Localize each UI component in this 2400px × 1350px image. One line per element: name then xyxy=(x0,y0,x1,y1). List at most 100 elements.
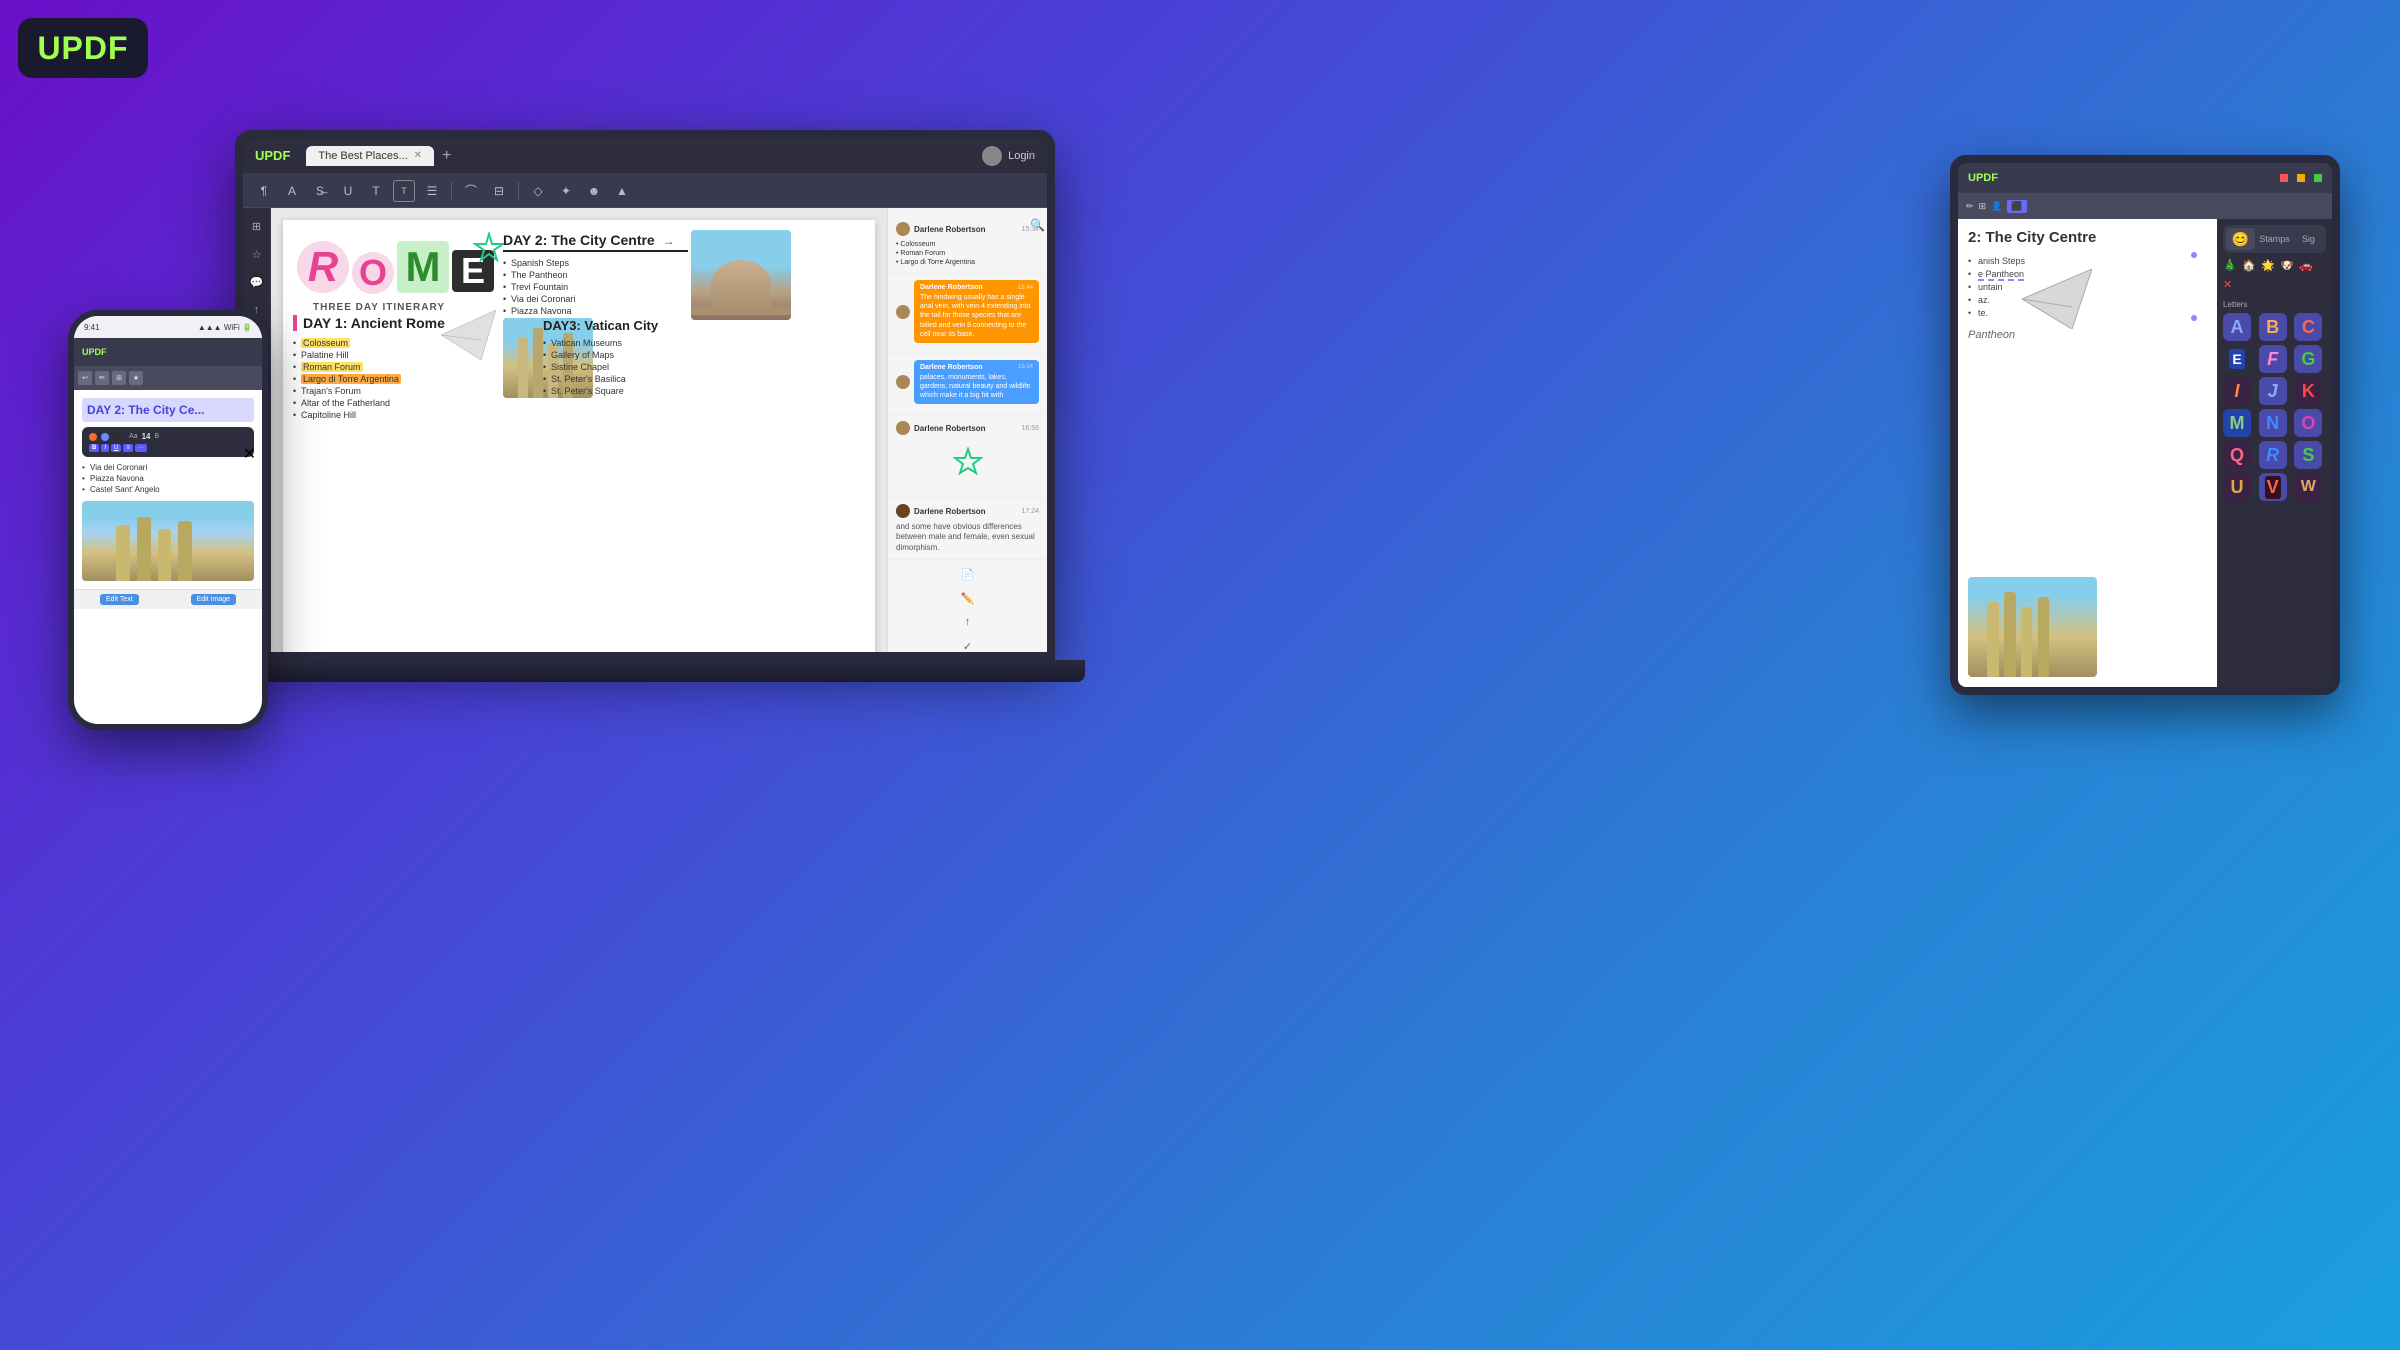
letter-sticker-U[interactable]: U xyxy=(2223,473,2251,501)
phone-edit-text-button[interactable]: Edit Text xyxy=(100,594,139,605)
letter-sticker-J[interactable]: J xyxy=(2259,377,2287,405)
sticker-mini-1[interactable]: 🎄 xyxy=(2223,259,2239,275)
tool-color[interactable]: ✦ xyxy=(555,180,577,202)
letter-sticker-G[interactable]: G xyxy=(2294,345,2322,373)
phone-popup-style-buttons: B I U ≡ ··· ✕ xyxy=(89,444,247,452)
tool-text[interactable]: T xyxy=(365,180,387,202)
letter-sticker-E[interactable]: E xyxy=(2223,345,2251,373)
sticker-mini-4[interactable]: 🐶 xyxy=(2280,259,2296,275)
rome-letter-o: O xyxy=(352,252,394,294)
sidebar-comments-icon[interactable]: 💬 xyxy=(247,272,267,292)
sticker-tab-stickers[interactable]: 😊 xyxy=(2226,228,2255,250)
letter-sticker-I[interactable]: I xyxy=(2223,377,2251,405)
tab-close-button[interactable]: ✕ xyxy=(414,150,422,161)
tablet-tool-select[interactable]: ⊞ xyxy=(1979,201,1987,212)
search-comments-icon[interactable]: 🔍 xyxy=(1030,218,1045,232)
selection-handle-bottom[interactable] xyxy=(2191,315,2197,321)
comment-4-header: Darlene Robertson 16:56 xyxy=(896,421,1039,435)
color-dot-blue[interactable] xyxy=(101,433,109,441)
comment-2-text: The hindwing usually has a single anal v… xyxy=(920,293,1033,338)
sticker-mini-2[interactable]: 🏠 xyxy=(2242,259,2258,275)
sticker-tab-signature[interactable]: Sig xyxy=(2294,228,2323,250)
tablet-tool-pencil[interactable]: ✏ xyxy=(1966,201,1974,212)
app-header: UPDF The Best Places... ✕ + Login xyxy=(243,138,1047,174)
day2-item-pantheon: The Pantheon xyxy=(503,269,688,281)
more-button[interactable]: ··· xyxy=(135,444,147,452)
comment-4-star xyxy=(896,439,1039,491)
tool-paragraph[interactable]: ¶ xyxy=(253,180,275,202)
tool-shape[interactable]: ◇ xyxy=(527,180,549,202)
letter-sticker-R[interactable]: R xyxy=(2259,441,2287,469)
day3-block: DAY3: Vatican City Vatican Museums Galle… xyxy=(543,318,713,397)
document-tab[interactable]: The Best Places... ✕ xyxy=(306,146,434,166)
login-button[interactable]: Login xyxy=(982,146,1035,166)
phone-tool-4[interactable]: ★ xyxy=(129,371,143,385)
updf-logo-text: UPDF xyxy=(37,30,128,67)
window-close-dot[interactable] xyxy=(2280,174,2288,182)
phone-content: DAY 2: The City Ce... Aa 14 B B I xyxy=(74,390,262,589)
tool-text2[interactable]: T xyxy=(393,180,415,202)
letter-sticker-M[interactable]: M xyxy=(2223,409,2251,437)
letter-sticker-N[interactable]: N xyxy=(2259,409,2287,437)
tool-highlight[interactable]: ▲ xyxy=(611,180,633,202)
letter-sticker-W[interactable]: W xyxy=(2294,473,2322,501)
phone-tool-3[interactable]: ⊞ xyxy=(112,371,126,385)
phone-tool-1[interactable]: ↩ xyxy=(78,371,92,385)
letter-sticker-C[interactable]: C xyxy=(2294,313,2322,341)
phone-tool-2[interactable]: ✏ xyxy=(95,371,109,385)
tablet-app-logo: UPDF xyxy=(1968,172,1998,184)
letter-sticker-B[interactable]: B xyxy=(2259,313,2287,341)
comment-2-bubble: Darlene Robertson 15:44 The hindwing usu… xyxy=(914,280,1039,342)
tool-list[interactable]: ☰ xyxy=(421,180,443,202)
selection-handle-top[interactable] xyxy=(2191,252,2197,258)
tool-link[interactable]: ⌒ xyxy=(460,180,482,202)
phone-toolbar: ↩ ✏ ⊞ ★ xyxy=(74,366,262,390)
sticker-mini-icons: 🎄 🏠 🌟 🐶 🚗 ✕ xyxy=(2223,259,2326,294)
window-maximize-dot[interactable] xyxy=(2314,174,2322,182)
rome-letter-r: R xyxy=(297,241,349,293)
sticker-close-icon[interactable]: ✕ xyxy=(2223,278,2239,294)
window-minimize-dot[interactable] xyxy=(2297,174,2305,182)
italic-button[interactable]: I xyxy=(101,444,109,452)
letter-sticker-A[interactable]: A xyxy=(2223,313,2251,341)
panel-page-icon[interactable]: 📄 xyxy=(960,566,976,582)
tool-annotate[interactable]: ☻ xyxy=(583,180,605,202)
letter-sticker-F[interactable]: F xyxy=(2259,345,2287,373)
align-button[interactable]: ≡ xyxy=(123,444,133,452)
tool-header[interactable]: A xyxy=(281,180,303,202)
tablet-day2-text: 2: The City Centre xyxy=(1968,229,2096,246)
bold-button[interactable]: B xyxy=(89,444,99,452)
sidebar-bookmark-icon[interactable]: ☆ xyxy=(247,244,267,264)
tablet-toolbar: ✏ ⊞ 👤 ⬛ xyxy=(1958,193,2332,219)
tablet-pdf-view: 2: The City Centre anish Steps e Pantheo… xyxy=(1958,219,2217,687)
tool-strikethrough[interactable]: S̶ xyxy=(309,180,331,202)
tool-underline[interactable]: U xyxy=(337,180,359,202)
tool-image[interactable]: ⊟ xyxy=(488,180,510,202)
panel-annotation-icon[interactable]: ✏️ xyxy=(960,590,976,606)
largo-highlight: Largo di Torre Argentina xyxy=(301,374,401,384)
tablet-tool-sticker[interactable]: ⬛ xyxy=(2007,200,2026,213)
color-dot-dark[interactable] xyxy=(113,433,121,441)
comment-5-text: and some have obvious differences betwee… xyxy=(896,522,1039,553)
sidebar-pages-icon[interactable]: ⊞ xyxy=(247,216,267,236)
tablet-tool-user[interactable]: 👤 xyxy=(1991,201,2002,212)
color-dot-orange[interactable] xyxy=(89,433,97,441)
underline-button[interactable]: U xyxy=(111,444,121,452)
letter-sticker-K[interactable]: K xyxy=(2294,377,2322,405)
sticker-mini-3[interactable]: 🌟 xyxy=(2261,259,2277,275)
phone-edit-image-button[interactable]: Edit Image xyxy=(191,594,236,605)
letter-sticker-V[interactable]: V xyxy=(2259,473,2287,501)
panel-share-icon[interactable]: ↑ xyxy=(960,614,976,630)
day2-item-navona: Piazza Navona xyxy=(503,305,688,317)
tablet-paper-plane xyxy=(2022,269,2092,334)
letter-sticker-S[interactable]: S xyxy=(2294,441,2322,469)
sticker-tab-stamps[interactable]: Stamps xyxy=(2259,228,2290,250)
letter-sticker-O[interactable]: O xyxy=(2294,409,2322,437)
new-tab-button[interactable]: + xyxy=(442,147,451,165)
phone-list: Via dei Coronari Piazza Navona Castel Sa… xyxy=(82,462,254,495)
popup-close[interactable]: ✕ xyxy=(243,444,256,464)
updf-logo: UPDF xyxy=(18,18,148,78)
sticker-mini-5[interactable]: 🚗 xyxy=(2299,259,2315,275)
panel-sign-icon[interactable]: ✓ xyxy=(960,638,976,654)
letter-sticker-Q[interactable]: Q xyxy=(2223,441,2251,469)
